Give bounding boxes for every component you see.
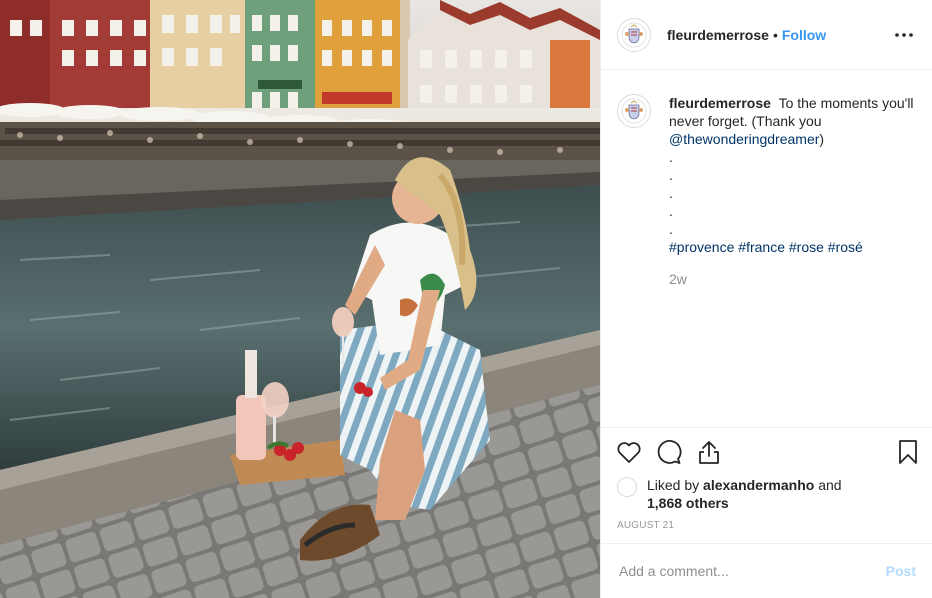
- post-age[interactable]: 2w: [669, 270, 916, 288]
- hashtag-list: #provence #france #rose #rosé: [669, 239, 863, 255]
- caption: fleurdemerrose To the moments you'll nev…: [669, 94, 916, 288]
- caption-dot-line: .: [669, 185, 673, 201]
- liker-avatar[interactable]: [617, 477, 637, 497]
- crest-logo-icon: [621, 98, 647, 124]
- post-comment-button[interactable]: Post: [886, 563, 916, 579]
- likes-others-count[interactable]: 1,868 others: [647, 495, 729, 511]
- caption-username[interactable]: fleurdemerrose: [669, 95, 771, 111]
- post-photo[interactable]: [0, 0, 600, 598]
- separator-dot: •: [772, 26, 778, 43]
- liker-username[interactable]: alexandermanho: [703, 477, 814, 493]
- caption-dot-line: .: [669, 149, 673, 165]
- actions-area: Liked by alexandermanho and 1,868 others…: [601, 427, 932, 598]
- share-icon: [699, 441, 719, 464]
- caption-avatar[interactable]: [617, 94, 651, 128]
- comment-button[interactable]: [655, 438, 683, 466]
- post-sidebar: fleurdemerrose • Follow fleurdemerrose T…: [600, 0, 932, 598]
- save-button[interactable]: [894, 438, 922, 466]
- share-button[interactable]: [695, 438, 723, 466]
- photo-illustration: [0, 0, 600, 598]
- caption-dot-line: .: [669, 203, 673, 219]
- follow-button[interactable]: Follow: [782, 27, 826, 43]
- more-options-button[interactable]: [892, 23, 916, 47]
- likes-prefix: Liked by: [647, 477, 700, 493]
- comment-icon: [657, 440, 682, 464]
- heart-icon: [617, 442, 641, 463]
- hashtag-link[interactable]: #rose: [789, 239, 824, 255]
- caption-row: fleurdemerrose To the moments you'll nev…: [617, 94, 916, 288]
- action-bar: [601, 428, 932, 476]
- add-comment-bar: Post: [601, 543, 932, 598]
- caption-mention-suffix: ): [819, 131, 825, 147]
- post-author-username[interactable]: fleurdemerrose: [667, 27, 769, 43]
- hashtag-link[interactable]: #provence: [669, 239, 734, 255]
- comment-input[interactable]: [617, 562, 886, 580]
- comments-section: fleurdemerrose To the moments you'll nev…: [601, 70, 932, 427]
- instagram-post: fleurdemerrose • Follow fleurdemerrose T…: [0, 0, 932, 598]
- bookmark-icon: [899, 440, 917, 464]
- crest-logo-icon: [621, 22, 647, 47]
- caption-dot-line: .: [669, 167, 673, 183]
- more-horizontal-icon: [895, 32, 913, 37]
- post-header: fleurdemerrose • Follow: [601, 0, 932, 70]
- post-date[interactable]: AUGUST 21: [601, 512, 932, 543]
- likes-row: Liked by alexandermanho and 1,868 others: [601, 476, 932, 512]
- like-button[interactable]: [615, 438, 643, 466]
- mention-link[interactable]: @thewonderingdreamer: [669, 131, 819, 147]
- likes-conjunction: and: [818, 477, 842, 493]
- caption-dot-line: .: [669, 221, 673, 237]
- hashtag-link[interactable]: #france: [738, 239, 785, 255]
- avatar[interactable]: [617, 17, 651, 52]
- likes-text: Liked by alexandermanho and 1,868 others: [647, 476, 842, 512]
- hashtag-link[interactable]: #rosé: [828, 239, 863, 255]
